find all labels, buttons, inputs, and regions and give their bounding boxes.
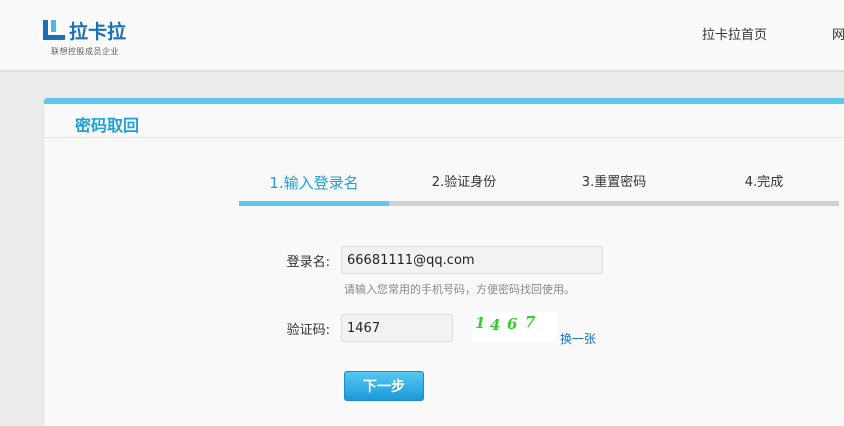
logo-tagline: 联想控股成员企业 — [51, 47, 119, 56]
step-bar — [239, 201, 389, 206]
password-recovery-panel: 密码取回 1.输入登录名 2.验证身份 3.重置密码 4.完成 登录名: 请输入… — [43, 98, 844, 426]
progress-steps: 1.输入登录名 2.验证身份 3.重置密码 4.完成 — [239, 172, 839, 206]
step-label: 2.验证身份 — [431, 175, 497, 190]
logo-name: 拉卡拉 — [69, 21, 127, 43]
step-reset-password: 3.重置密码 — [539, 172, 689, 206]
captcha-label: 验证码: — [286, 323, 330, 338]
login-name-label: 登录名: — [286, 255, 330, 270]
panel-divider — [44, 137, 844, 138]
site-header: 拉卡拉 联想控股成员企业 拉卡拉首页 网 — [0, 0, 844, 72]
nav-link-home[interactable]: 拉卡拉首页 — [702, 24, 767, 43]
panel-title: 密码取回 — [75, 116, 140, 135]
captcha-input[interactable] — [341, 314, 453, 342]
login-name-input[interactable] — [341, 246, 603, 274]
step-bar — [389, 201, 539, 206]
logo[interactable]: 拉卡拉 联想控股成员企业 — [42, 18, 142, 58]
captcha-char: 1 — [475, 314, 486, 332]
logo-mark-icon — [43, 20, 65, 40]
step-bar — [689, 201, 839, 206]
panel-accent-bar — [44, 98, 844, 104]
nav-link-truncated[interactable]: 网 — [832, 24, 844, 43]
captcha-image[interactable]: 1 4 6 7 — [473, 312, 557, 342]
step-complete: 4.完成 — [689, 172, 839, 206]
next-step-button[interactable]: 下一步 — [344, 371, 424, 401]
captcha-char: 6 — [507, 315, 518, 333]
refresh-captcha-link[interactable]: 换一张 — [560, 330, 596, 347]
login-name-hint: 请输入您常用的手机号码，方便密码找回使用。 — [344, 283, 575, 296]
step-verify-identity: 2.验证身份 — [389, 172, 539, 206]
captcha-char: 7 — [525, 313, 536, 331]
step-label: 3.重置密码 — [581, 175, 647, 190]
step-label: 4.完成 — [744, 175, 784, 190]
step-label: 1.输入登录名 — [269, 174, 359, 192]
step-bar — [539, 201, 689, 206]
step-enter-login-name: 1.输入登录名 — [239, 172, 389, 206]
captcha-char: 4 — [490, 316, 501, 334]
